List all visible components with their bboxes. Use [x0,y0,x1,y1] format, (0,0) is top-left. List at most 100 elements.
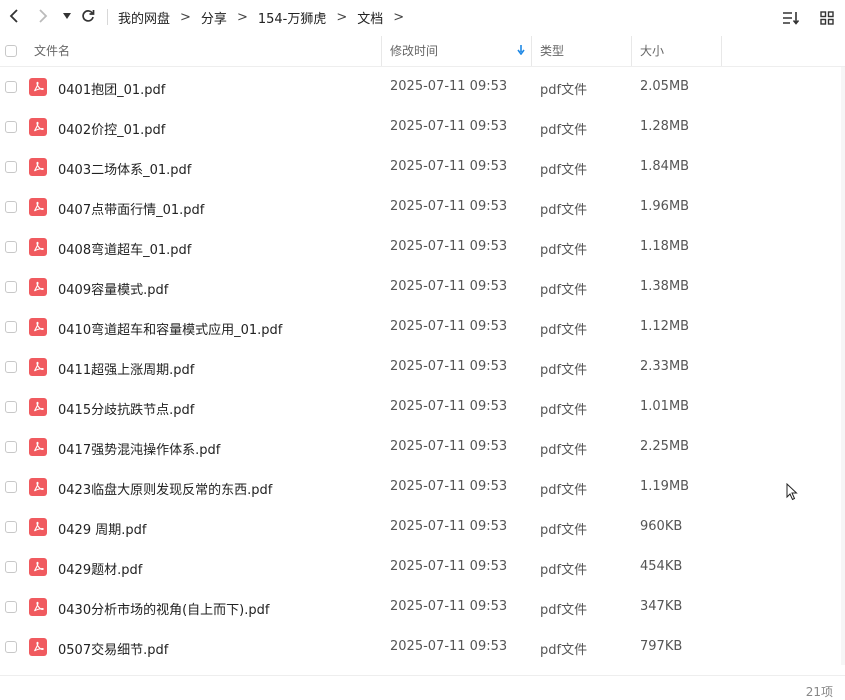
column-divider [631,36,632,66]
forward-arrow-icon [39,9,48,23]
file-name[interactable]: 0401抱团_01.pdf [58,79,165,98]
file-name[interactable]: 0429题材.pdf [58,559,142,578]
refresh-icon [82,10,95,22]
toolbar: 我的网盘 > 分享 > 154-万狮虎 > 文档 > [0,0,845,34]
column-divider [531,36,532,66]
back-button[interactable] [3,5,25,27]
checkbox-box [5,441,17,453]
row-checkbox[interactable] [5,561,17,573]
file-name[interactable]: 0411超强上涨周期.pdf [58,359,194,378]
file-type: pdf文件 [540,563,588,578]
table-row[interactable]: 0401抱团_01.pdf 2025-07-11 09:53 pdf文件 2.0… [0,67,845,107]
pdf-file-icon [29,78,47,96]
forward-button[interactable] [32,5,54,27]
breadcrumb-item[interactable]: 154-万狮虎 [258,8,327,27]
table-row[interactable]: 0407点带面行情_01.pdf 2025-07-11 09:53 pdf文件 … [0,187,845,227]
row-checkbox[interactable] [5,481,17,493]
scrollbar[interactable] [841,67,845,665]
row-checkbox[interactable] [5,81,17,93]
row-checkbox[interactable] [5,281,17,293]
select-all-checkbox[interactable] [5,45,17,57]
file-name[interactable]: 0403二场体系_01.pdf [58,159,191,178]
table-row[interactable]: 0507交易细节.pdf 2025-07-11 09:53 pdf文件 797K… [0,627,845,667]
refresh-button[interactable] [77,5,99,27]
checkbox-box [5,45,17,57]
column-size[interactable]: 大小 [640,36,664,66]
pdf-file-icon [29,518,47,536]
checkbox-box [5,401,17,413]
file-size: 1.38MB [640,279,690,294]
column-modified[interactable]: 修改时间 [390,36,438,66]
file-modified: 2025-07-11 09:53 [390,559,508,574]
checkbox-box [5,241,17,253]
file-modified: 2025-07-11 09:53 [390,439,508,454]
row-checkbox[interactable] [5,241,17,253]
file-size: 797KB [640,639,683,654]
checkbox-box [5,201,17,213]
file-size: 1.28MB [640,119,690,134]
file-size: 1.19MB [640,479,690,494]
table-row[interactable]: 0411超强上涨周期.pdf 2025-07-11 09:53 pdf文件 2.… [0,347,845,387]
file-modified: 2025-07-11 09:53 [390,119,508,134]
file-size: 1.01MB [640,399,690,414]
table-row[interactable]: 0410弯道超车和容量模式应用_01.pdf 2025-07-11 09:53 … [0,307,845,347]
file-name[interactable]: 0507交易细节.pdf [58,639,168,658]
table-row[interactable]: 0429题材.pdf 2025-07-11 09:53 pdf文件 454KB [0,547,845,587]
breadcrumb-item[interactable]: 我的网盘 [118,8,170,27]
breadcrumb-separator: > [236,10,248,25]
row-checkbox[interactable] [5,121,17,133]
file-name[interactable]: 0415分歧抗跌节点.pdf [58,399,194,418]
row-checkbox[interactable] [5,641,17,653]
checkbox-box [5,601,17,613]
file-name[interactable]: 0410弯道超车和容量模式应用_01.pdf [58,319,282,338]
column-name[interactable]: 文件名 [34,36,70,66]
pdf-file-icon [29,558,47,576]
checkbox-box [5,561,17,573]
file-name[interactable]: 0408弯道超车_01.pdf [58,239,191,258]
history-dropdown-button[interactable] [56,5,78,27]
file-modified: 2025-07-11 09:53 [390,639,508,654]
table-row[interactable]: 0423临盘大原则发现反常的东西.pdf 2025-07-11 09:53 pd… [0,467,845,507]
file-name[interactable]: 0429 周期.pdf [58,519,146,538]
row-checkbox[interactable] [5,321,17,333]
row-checkbox[interactable] [5,161,17,173]
pdf-file-icon [29,318,47,336]
table-row[interactable]: 0402价控_01.pdf 2025-07-11 09:53 pdf文件 1.2… [0,107,845,147]
checkbox-box [5,641,17,653]
row-checkbox[interactable] [5,521,17,533]
file-type: pdf文件 [540,243,588,258]
sort-list-icon [783,12,800,25]
row-checkbox[interactable] [5,601,17,613]
file-name[interactable]: 0423临盘大原则发现反常的东西.pdf [58,479,272,498]
table-row[interactable]: 0403二场体系_01.pdf 2025-07-11 09:53 pdf文件 1… [0,147,845,187]
file-modified: 2025-07-11 09:53 [390,399,508,414]
grid-view-button[interactable] [809,7,845,29]
table-row[interactable]: 0430分析市场的视角(自上而下).pdf 2025-07-11 09:53 p… [0,587,845,627]
grid-view-icon [820,11,834,25]
table-row[interactable]: 0415分歧抗跌节点.pdf 2025-07-11 09:53 pdf文件 1.… [0,387,845,427]
file-name[interactable]: 0402价控_01.pdf [58,119,165,138]
breadcrumb-item[interactable]: 分享 [201,8,227,27]
row-checkbox[interactable] [5,441,17,453]
sort-list-button[interactable] [773,7,809,29]
table-row[interactable]: 0417强势混沌操作体系.pdf 2025-07-11 09:53 pdf文件 … [0,427,845,467]
table-row[interactable]: 0408弯道超车_01.pdf 2025-07-11 09:53 pdf文件 1… [0,227,845,267]
file-name[interactable]: 0430分析市场的视角(自上而下).pdf [58,599,269,618]
file-type: pdf文件 [540,483,588,498]
row-checkbox[interactable] [5,401,17,413]
row-checkbox[interactable] [5,201,17,213]
pdf-file-icon [29,198,47,216]
file-size: 2.33MB [640,359,690,374]
table-row[interactable]: 0429 周期.pdf 2025-07-11 09:53 pdf文件 960KB [0,507,845,547]
pdf-file-icon [29,478,47,496]
file-name[interactable]: 0417强势混沌操作体系.pdf [58,439,220,458]
row-checkbox[interactable] [5,361,17,373]
checkbox-box [5,521,17,533]
breadcrumb-item[interactable]: 文档 [357,8,383,27]
table-row[interactable]: 0409容量模式.pdf 2025-07-11 09:53 pdf文件 1.38… [0,267,845,307]
column-type[interactable]: 类型 [540,36,564,66]
checkbox-box [5,121,17,133]
file-name[interactable]: 0409容量模式.pdf [58,279,168,298]
file-name[interactable]: 0407点带面行情_01.pdf [58,199,204,218]
file-size: 1.96MB [640,199,690,214]
